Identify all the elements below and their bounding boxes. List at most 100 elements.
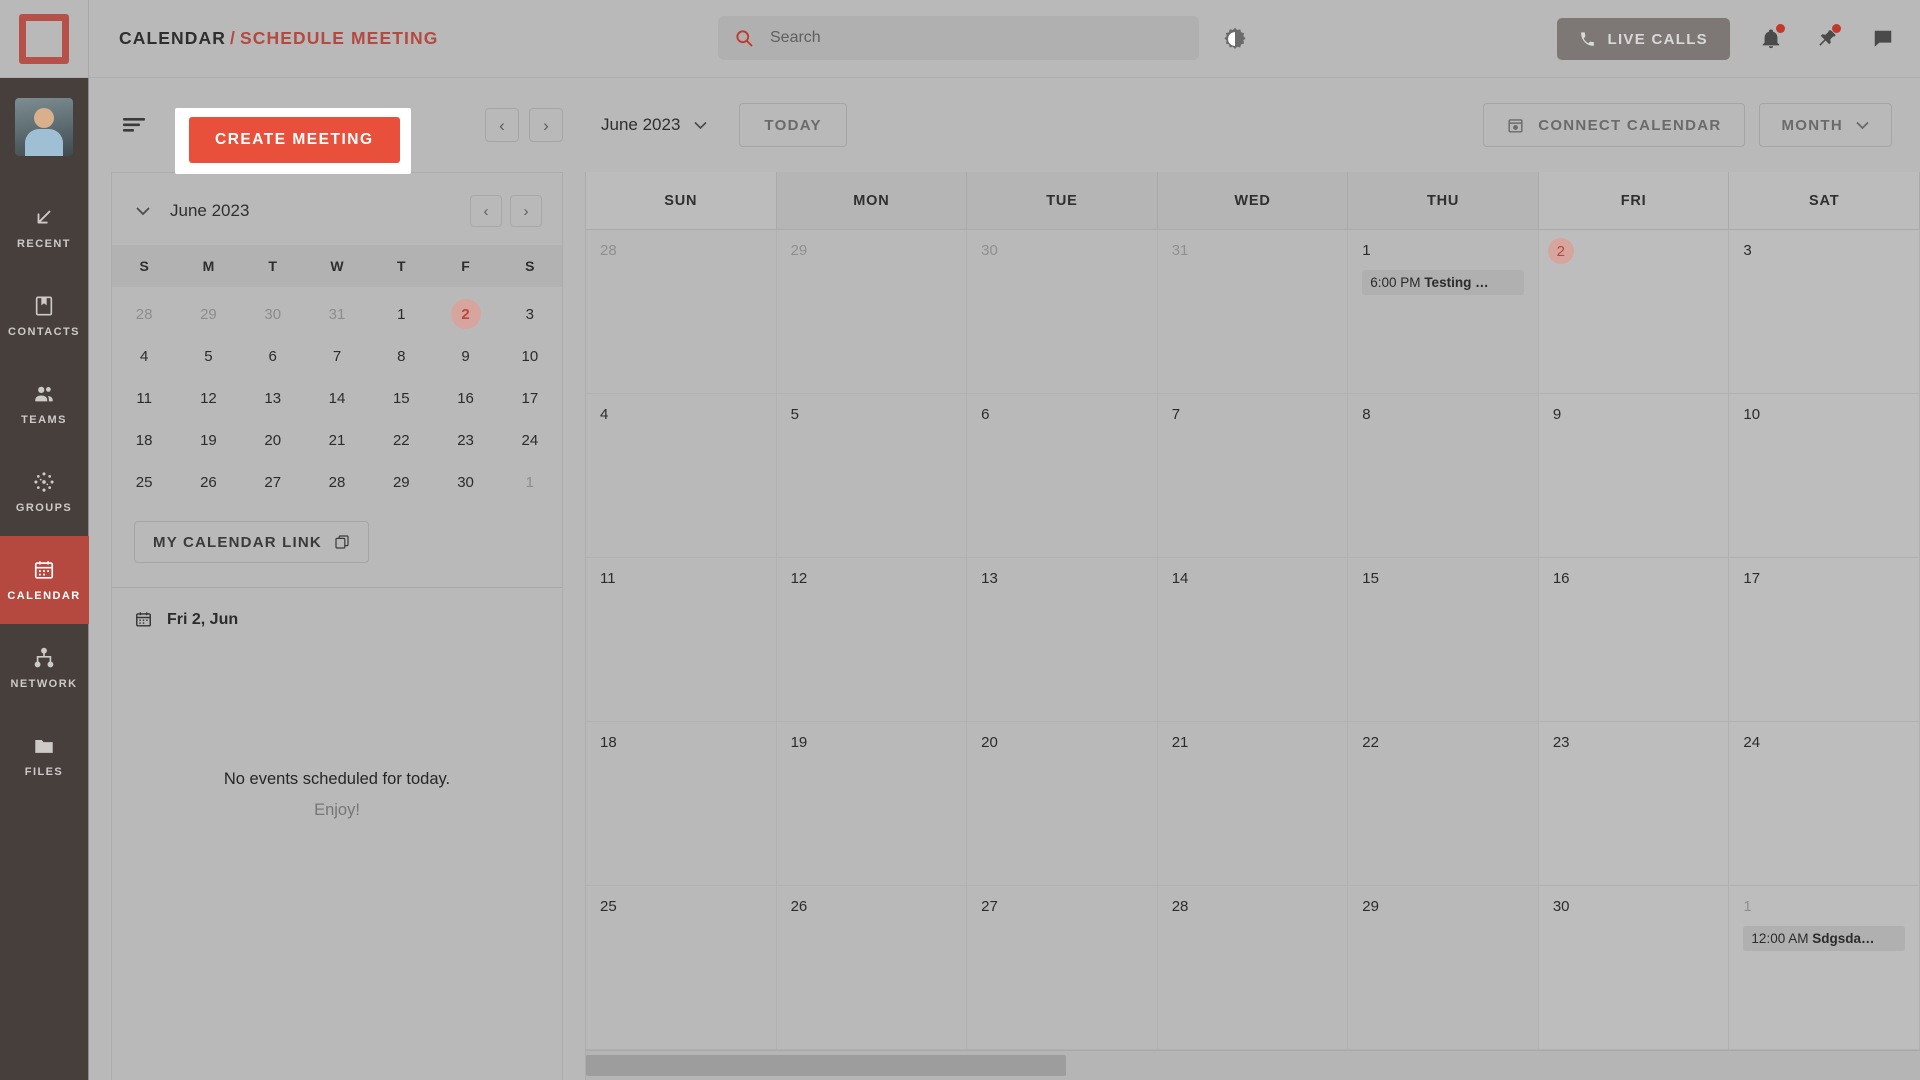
today-button[interactable]: TODAY xyxy=(739,103,847,147)
month-grid-cell[interactable]: 14 xyxy=(1157,558,1349,722)
month-grid-cell[interactable]: 19 xyxy=(776,722,968,886)
mini-calendar-day[interactable]: 4 xyxy=(112,335,176,377)
month-grid-cell[interactable]: 21 xyxy=(1157,722,1349,886)
mini-calendar-day[interactable]: 2 xyxy=(433,293,497,335)
calendar-event[interactable]: 12:00 AM Sdgsda… xyxy=(1743,926,1905,951)
month-grid-cell[interactable]: 29 xyxy=(1348,886,1539,1050)
month-grid-cell[interactable]: 10 xyxy=(1729,394,1920,558)
sidebar-item-recent[interactable]: RECENT xyxy=(0,184,89,272)
horizontal-scrollbar[interactable] xyxy=(586,1050,1920,1080)
next-period-button[interactable]: › xyxy=(529,108,563,142)
logo-container[interactable] xyxy=(0,0,89,78)
mini-calendar-day[interactable]: 30 xyxy=(433,461,497,503)
mini-calendar-day[interactable]: 10 xyxy=(498,335,562,377)
mini-calendar-day[interactable]: 9 xyxy=(433,335,497,377)
mini-calendar-day[interactable]: 15 xyxy=(369,377,433,419)
create-meeting-button[interactable]: CREATE MEETING xyxy=(189,117,400,163)
month-grid-cell[interactable]: 13 xyxy=(967,558,1158,722)
live-calls-button[interactable]: LIVE CALLS xyxy=(1557,18,1730,60)
mini-prev-month-button[interactable]: ‹ xyxy=(470,195,502,227)
mini-calendar-day[interactable]: 22 xyxy=(369,419,433,461)
month-grid-cell[interactable]: 2 xyxy=(1538,230,1730,394)
mini-calendar-day[interactable]: 18 xyxy=(112,419,176,461)
month-grid-cell[interactable]: 17 xyxy=(1729,558,1920,722)
sidebar-item-teams[interactable]: TEAMS xyxy=(0,360,89,448)
search-input[interactable] xyxy=(770,29,1183,47)
chevron-down-icon[interactable] xyxy=(134,202,152,220)
month-grid-cell[interactable]: 7 xyxy=(1157,394,1349,558)
mini-next-month-button[interactable]: › xyxy=(510,195,542,227)
mini-calendar-day[interactable]: 31 xyxy=(305,293,369,335)
month-grid-cell[interactable]: 15 xyxy=(1348,558,1539,722)
mini-calendar-day[interactable]: 25 xyxy=(112,461,176,503)
month-grid-cell[interactable]: 31 xyxy=(1157,230,1349,394)
mini-calendar-day[interactable]: 12 xyxy=(176,377,240,419)
mini-calendar-day[interactable]: 28 xyxy=(305,461,369,503)
month-grid-cell[interactable]: 20 xyxy=(967,722,1158,886)
month-grid-cell[interactable]: 9 xyxy=(1538,394,1730,558)
mini-calendar-day[interactable]: 16 xyxy=(433,377,497,419)
view-mode-dropdown[interactable]: MONTH xyxy=(1758,103,1892,147)
mini-calendar-day[interactable]: 8 xyxy=(369,335,433,377)
brightness-contrast-icon[interactable] xyxy=(1222,26,1248,52)
month-grid-cell[interactable]: 6 xyxy=(967,394,1158,558)
mini-calendar-day[interactable]: 1 xyxy=(498,461,562,503)
mini-calendar-day[interactable]: 26 xyxy=(176,461,240,503)
month-grid-cell[interactable]: 25 xyxy=(586,886,777,1050)
user-avatar[interactable] xyxy=(15,98,73,156)
month-grid-cell[interactable]: 28 xyxy=(586,230,777,394)
sidebar-item-network[interactable]: NETWORK xyxy=(0,624,89,712)
month-grid-cell[interactable]: 12 xyxy=(776,558,968,722)
filter-lines-icon[interactable] xyxy=(121,114,151,136)
connect-calendar-button[interactable]: CONNECT CALENDAR xyxy=(1483,103,1745,147)
mini-calendar-day[interactable]: 20 xyxy=(241,419,305,461)
mini-calendar-day[interactable]: 28 xyxy=(112,293,176,335)
mini-calendar-day[interactable]: 21 xyxy=(305,419,369,461)
prev-period-button[interactable]: ‹ xyxy=(485,108,519,142)
month-grid-cell[interactable]: 5 xyxy=(776,394,968,558)
notifications-button[interactable] xyxy=(1756,24,1786,54)
chat-button[interactable] xyxy=(1868,24,1898,54)
mini-calendar-day[interactable]: 3 xyxy=(498,293,562,335)
month-grid-cell[interactable]: 24 xyxy=(1729,722,1920,886)
month-grid-cell[interactable]: 4 xyxy=(586,394,777,558)
sidebar-item-contacts[interactable]: CONTACTS xyxy=(0,272,89,360)
month-grid-cell[interactable]: 29 xyxy=(776,230,968,394)
mini-calendar-day[interactable]: 1 xyxy=(369,293,433,335)
breadcrumb-parent[interactable]: CALENDAR xyxy=(119,28,226,48)
mini-calendar-day[interactable]: 11 xyxy=(112,377,176,419)
mini-calendar-day[interactable]: 7 xyxy=(305,335,369,377)
calendar-event[interactable]: 6:00 PM Testing … xyxy=(1362,270,1524,295)
month-grid-cell[interactable]: 27 xyxy=(967,886,1158,1050)
mini-calendar-day[interactable]: 14 xyxy=(305,377,369,419)
month-grid-cell[interactable]: 1 12:00 AM Sdgsda… xyxy=(1729,886,1920,1050)
mini-calendar-day[interactable]: 5 xyxy=(176,335,240,377)
mini-calendar-day[interactable]: 19 xyxy=(176,419,240,461)
month-grid-cell[interactable]: 1 6:00 PM Testing … xyxy=(1348,230,1539,394)
mini-calendar-day[interactable]: 17 xyxy=(498,377,562,419)
month-grid-cell[interactable]: 30 xyxy=(1538,886,1730,1050)
horizontal-scrollbar-thumb[interactable] xyxy=(586,1055,1066,1076)
search-container[interactable] xyxy=(718,16,1199,60)
mini-calendar-day[interactable]: 30 xyxy=(241,293,305,335)
mini-calendar-day[interactable]: 23 xyxy=(433,419,497,461)
mini-calendar-day[interactable]: 27 xyxy=(241,461,305,503)
month-grid-cell[interactable]: 26 xyxy=(776,886,968,1050)
pin-button[interactable] xyxy=(1812,24,1842,54)
month-grid-cell[interactable]: 8 xyxy=(1348,394,1539,558)
sidebar-item-groups[interactable]: GROUPS xyxy=(0,448,89,536)
mini-calendar-day[interactable]: 24 xyxy=(498,419,562,461)
mini-calendar-day[interactable]: 29 xyxy=(369,461,433,503)
mini-calendar-day[interactable]: 6 xyxy=(241,335,305,377)
month-selector[interactable]: June 2023 xyxy=(601,115,707,135)
sidebar-item-calendar[interactable]: CALENDAR xyxy=(0,536,89,624)
month-grid-cell[interactable]: 28 xyxy=(1157,886,1349,1050)
month-grid-cell[interactable]: 3 xyxy=(1729,230,1920,394)
sidebar-item-files[interactable]: FILES xyxy=(0,712,89,800)
month-grid-cell[interactable]: 16 xyxy=(1538,558,1730,722)
mini-calendar-day[interactable]: 29 xyxy=(176,293,240,335)
month-grid-cell[interactable]: 18 xyxy=(586,722,777,886)
month-grid-cell[interactable]: 22 xyxy=(1348,722,1539,886)
my-calendar-link-button[interactable]: MY CALENDAR LINK xyxy=(134,521,369,563)
mini-calendar-day[interactable]: 13 xyxy=(241,377,305,419)
